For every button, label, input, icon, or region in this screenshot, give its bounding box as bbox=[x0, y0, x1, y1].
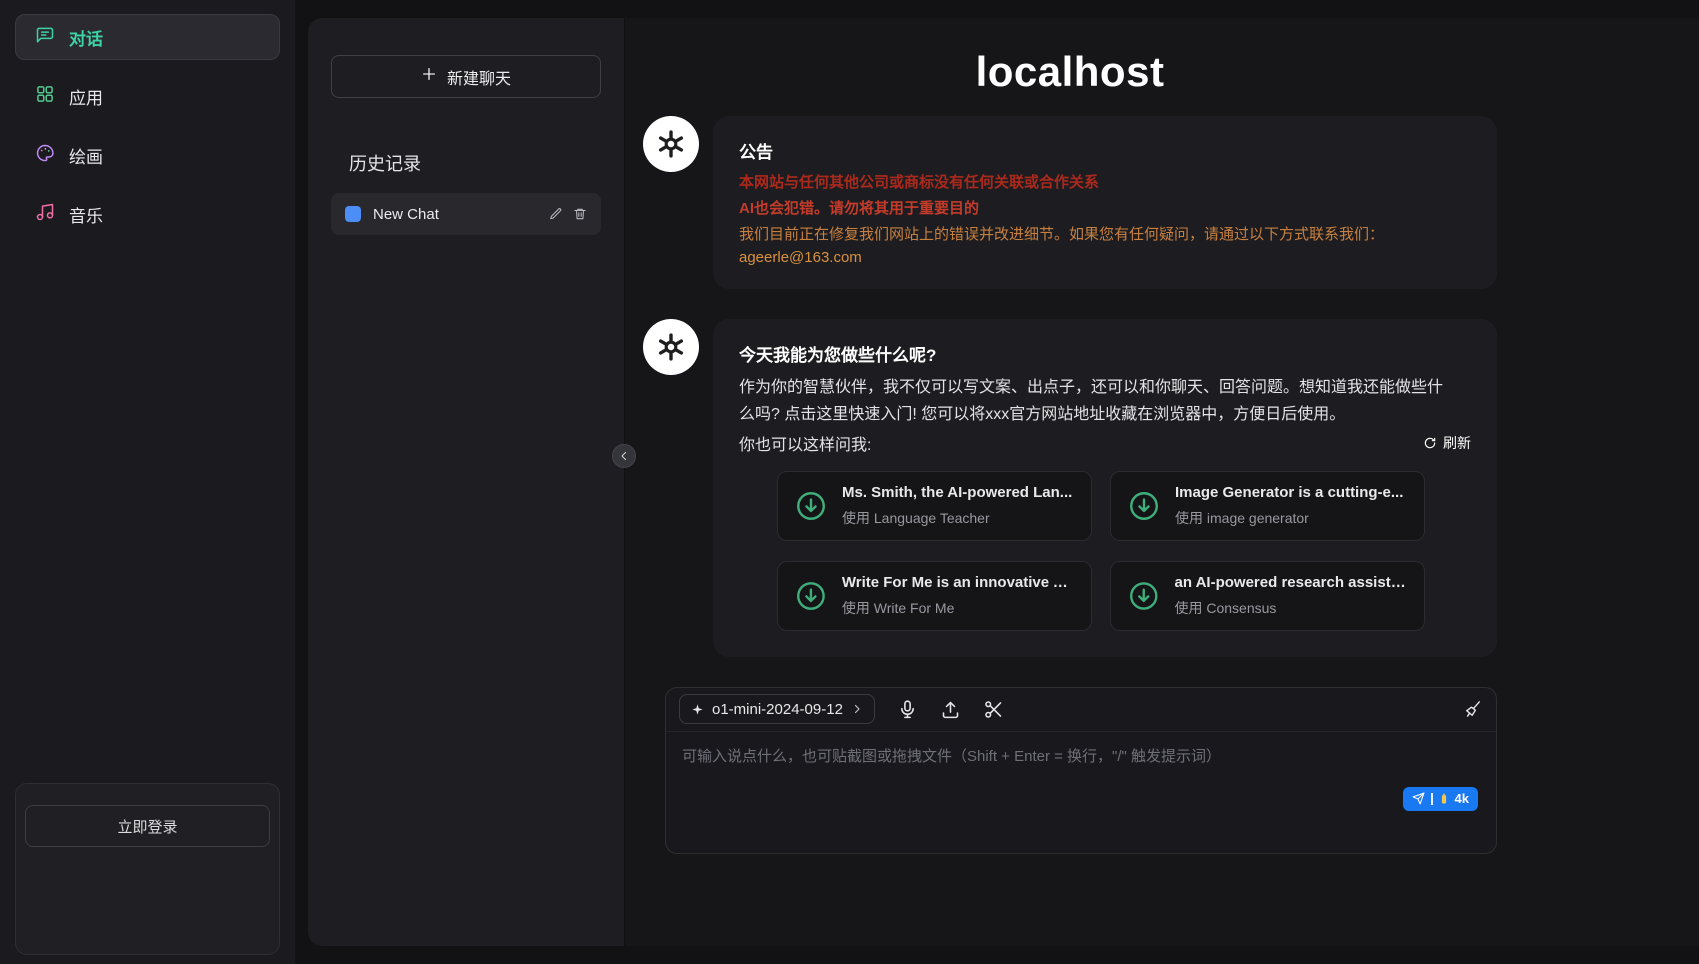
suggestion-card[interactable]: an AI-powered research assista... 使用 Con… bbox=[1110, 561, 1425, 631]
suggestion-card[interactable]: Write For Me is an innovative A... 使用 Wr… bbox=[777, 561, 1092, 631]
scissors-icon bbox=[983, 699, 1004, 720]
arrow-down-circle-icon bbox=[794, 579, 828, 613]
refresh-icon bbox=[1423, 436, 1437, 450]
arrow-down-circle-icon bbox=[794, 489, 828, 523]
send-plane-icon bbox=[1412, 792, 1425, 805]
send-button[interactable]: 4k bbox=[1403, 787, 1478, 811]
apps-grid-icon bbox=[35, 84, 55, 109]
model-selector-button[interactable]: o1-mini-2024-09-12 bbox=[679, 694, 875, 724]
pencil-icon bbox=[549, 207, 563, 221]
hint-row: 你也可以这样问我: 刷新 bbox=[739, 431, 1471, 455]
login-button[interactable]: 立即登录 bbox=[25, 805, 270, 847]
contact-email-link[interactable]: ageerle@163.com bbox=[739, 249, 862, 266]
upload-icon bbox=[940, 699, 961, 720]
welcome-card: 今天我能为您做些什么呢? 作为你的智慧伙伴，我不仅可以写文案、出点子，还可以和你… bbox=[713, 319, 1497, 656]
login-panel: 立即登录 bbox=[15, 783, 280, 955]
edit-chat-button[interactable] bbox=[549, 207, 563, 221]
suggestion-grid: Ms. Smith, the AI-powered Lan... 使用 Lang… bbox=[777, 471, 1425, 631]
trash-icon bbox=[573, 207, 587, 221]
refresh-label: 刷新 bbox=[1443, 433, 1471, 453]
composer-body: 4k bbox=[666, 732, 1496, 853]
suggestion-card[interactable]: Ms. Smith, the AI-powered Lan... 使用 Lang… bbox=[777, 471, 1092, 541]
sidebar: 对话 应用 绘画 音乐 立即登录 bbox=[0, 0, 295, 964]
token-count: 4k bbox=[1455, 791, 1469, 806]
openai-logo-icon bbox=[654, 127, 688, 161]
plus-icon bbox=[421, 66, 437, 87]
page-title: localhost bbox=[643, 48, 1497, 96]
chat-color-swatch bbox=[345, 206, 361, 222]
sparkle-icon bbox=[691, 703, 704, 716]
suggestion-title: an AI-powered research assista... bbox=[1174, 574, 1408, 591]
announcement-heading: 公告 bbox=[739, 138, 1471, 163]
chat-list-panel: 新建聊天 历史记录 New Chat bbox=[308, 18, 625, 946]
chat-item-actions bbox=[549, 207, 587, 221]
broom-icon bbox=[1463, 699, 1483, 719]
assistant-avatar bbox=[643, 319, 699, 375]
palette-icon bbox=[35, 143, 55, 168]
composer: o1-mini-2024-09-12 bbox=[665, 687, 1497, 854]
announcement-line-3: 我们目前正在修复我们网站上的错误并改进细节。如果您有任何疑问，请通过以下方式联系… bbox=[739, 224, 1471, 246]
announcement-line-2: AI也会犯错。请勿将其用于重要目的 bbox=[739, 198, 1471, 220]
suggestion-card[interactable]: Image Generator is a cutting-e... 使用 ima… bbox=[1110, 471, 1425, 541]
upload-button[interactable] bbox=[940, 699, 961, 720]
suggestion-title: Write For Me is an innovative A... bbox=[842, 574, 1075, 591]
sidebar-item-label: 绘画 bbox=[69, 143, 103, 168]
microphone-icon bbox=[897, 699, 918, 720]
assistant-message: 公告 本网站与任何其他公司或商标没有任何关联或合作关系 AI也会犯错。请勿将其用… bbox=[643, 116, 1497, 289]
suggestion-subtitle: 使用 Language Teacher bbox=[842, 508, 1072, 528]
microphone-button[interactable] bbox=[897, 699, 918, 720]
suggestion-title: Image Generator is a cutting-e... bbox=[1175, 484, 1403, 501]
badge-separator bbox=[1431, 793, 1433, 805]
music-note-icon bbox=[35, 202, 55, 227]
openai-logo-icon bbox=[654, 330, 688, 364]
sidebar-item-label: 应用 bbox=[69, 84, 103, 109]
app-window: 对话 应用 绘画 音乐 立即登录 bbox=[0, 0, 1699, 964]
message-input[interactable] bbox=[666, 732, 1496, 853]
main-chat-area: localhost 公告 本网站与任何其他公司或商标没有任何关联 bbox=[625, 18, 1699, 946]
clear-context-button[interactable] bbox=[1463, 699, 1483, 719]
arrow-down-circle-icon bbox=[1127, 579, 1160, 613]
suggestion-subtitle: 使用 Consensus bbox=[1174, 598, 1408, 618]
sidebar-item-paint[interactable]: 绘画 bbox=[15, 132, 280, 178]
assistant-message: 今天我能为您做些什么呢? 作为你的智慧伙伴，我不仅可以写文案、出点子，还可以和你… bbox=[643, 319, 1497, 656]
new-chat-button[interactable]: 新建聊天 bbox=[331, 55, 601, 98]
sidebar-item-apps[interactable]: 应用 bbox=[15, 73, 280, 119]
model-label: o1-mini-2024-09-12 bbox=[712, 701, 843, 718]
sidebar-item-music[interactable]: 音乐 bbox=[15, 191, 280, 237]
suggestion-title: Ms. Smith, the AI-powered Lan... bbox=[842, 484, 1072, 501]
collapse-sidebar-button[interactable] bbox=[612, 444, 636, 468]
scissors-button[interactable] bbox=[983, 699, 1004, 720]
chevron-right-icon bbox=[851, 703, 863, 715]
welcome-body: 作为你的智慧伙伴，我不仅可以写文案、出点子，还可以和你聊天、回答问题。想知道我还… bbox=[739, 374, 1446, 428]
chat-icon bbox=[35, 25, 55, 50]
suggestion-subtitle: 使用 image generator bbox=[1175, 508, 1403, 528]
sidebar-item-label: 对话 bbox=[69, 25, 103, 50]
sidebar-item-chat[interactable]: 对话 bbox=[15, 14, 280, 60]
ask-hint: 你也可以这样问我: bbox=[739, 431, 871, 455]
chevron-left-icon bbox=[618, 450, 630, 462]
battery-icon bbox=[1439, 792, 1449, 805]
suggestion-subtitle: 使用 Write For Me bbox=[842, 598, 1075, 618]
arrow-down-circle-icon bbox=[1127, 489, 1161, 523]
assistant-avatar bbox=[643, 116, 699, 172]
composer-toolbar: o1-mini-2024-09-12 bbox=[666, 688, 1496, 732]
delete-chat-button[interactable] bbox=[573, 207, 587, 221]
welcome-heading: 今天我能为您做些什么呢? bbox=[739, 341, 1471, 366]
right-panel: 新建聊天 历史记录 New Chat l bbox=[308, 18, 1699, 946]
chat-title: New Chat bbox=[373, 206, 537, 223]
refresh-suggestions-button[interactable]: 刷新 bbox=[1423, 433, 1471, 453]
history-title: 历史记录 bbox=[331, 150, 601, 176]
new-chat-label: 新建聊天 bbox=[447, 65, 511, 89]
announcement-card: 公告 本网站与任何其他公司或商标没有任何关联或合作关系 AI也会犯错。请勿将其用… bbox=[713, 116, 1497, 289]
announcement-line-1: 本网站与任何其他公司或商标没有任何关联或合作关系 bbox=[739, 172, 1471, 194]
sidebar-item-label: 音乐 bbox=[69, 202, 103, 227]
chat-list-item[interactable]: New Chat bbox=[331, 193, 601, 235]
